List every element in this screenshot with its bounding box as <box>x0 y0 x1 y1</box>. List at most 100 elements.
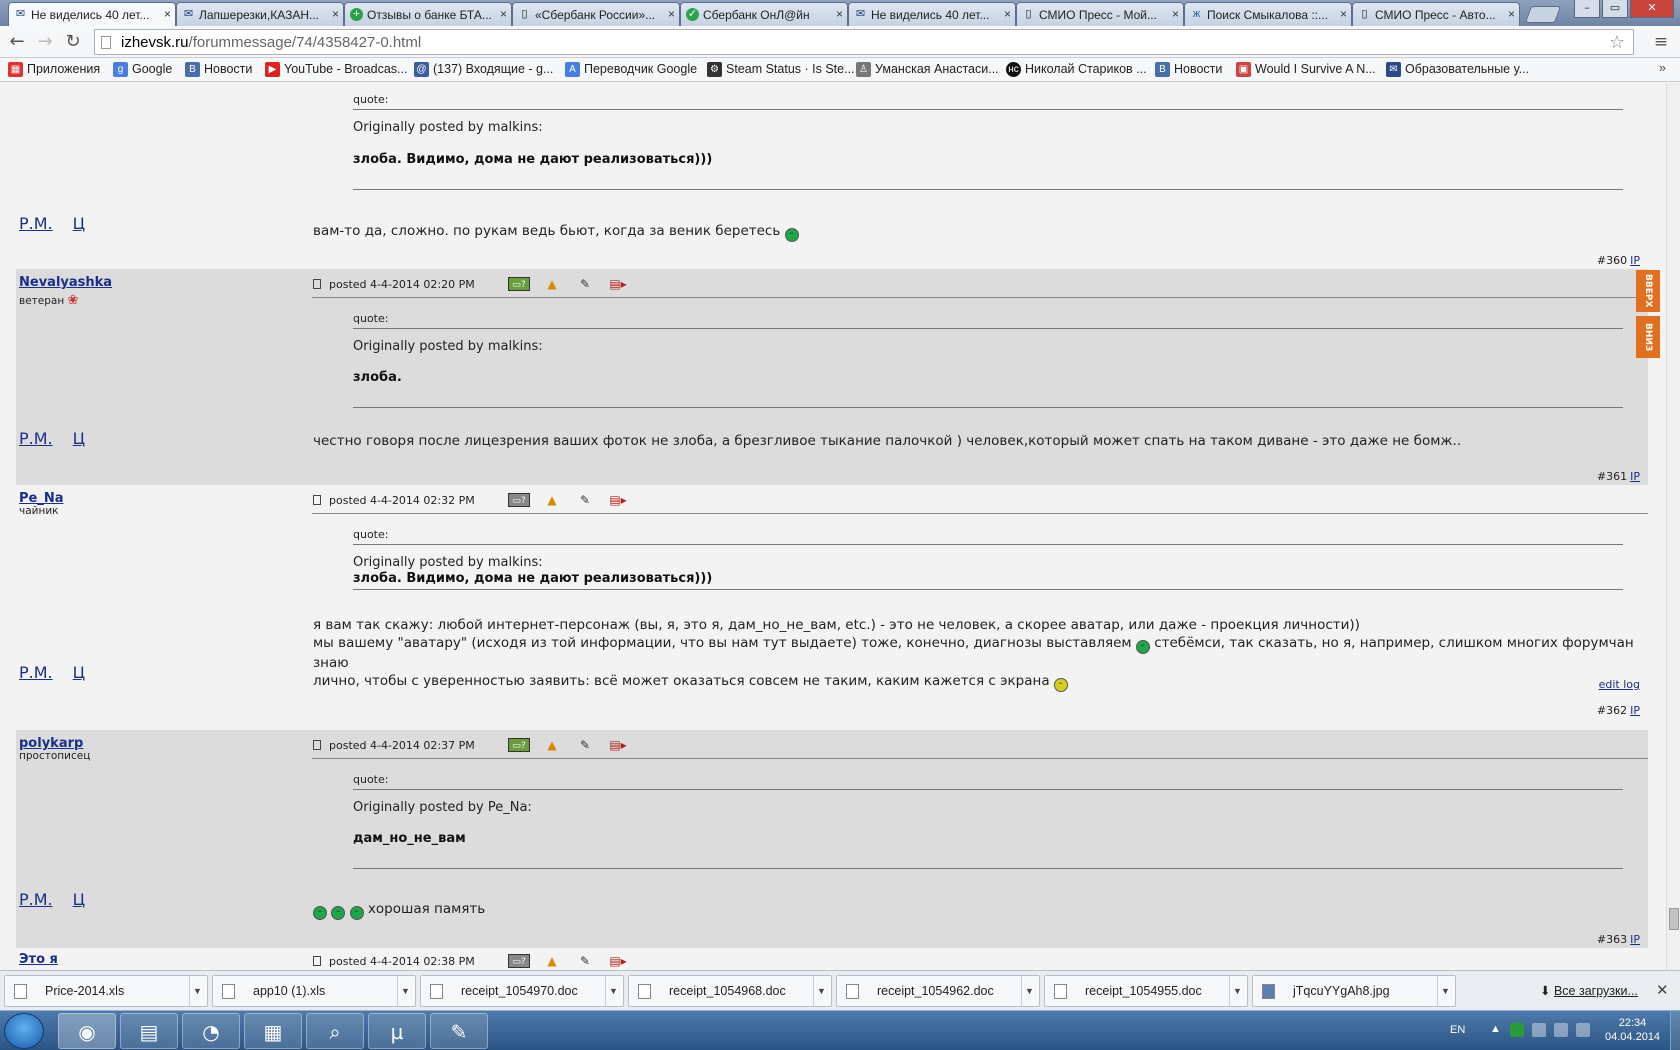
bookmark-news[interactable]: В Новости <box>185 62 252 77</box>
search-taskbar-button[interactable]: ⌕ <box>306 1013 364 1049</box>
chrome-taskbar-button[interactable]: ◉ <box>58 1013 116 1049</box>
close-window-button[interactable]: ✕ <box>1630 0 1674 18</box>
menu-icon[interactable]: ≡ <box>1650 32 1672 52</box>
download-item[interactable]: Price-2014.xls ▼ <box>4 975 208 1007</box>
scrollbar-thumb[interactable] <box>1669 908 1679 930</box>
network-icon[interactable] <box>1532 1023 1546 1037</box>
back-button[interactable]: ← <box>6 31 28 53</box>
delete-icon[interactable]: ▤▸ <box>607 954 629 968</box>
show-desktop-button[interactable] <box>1670 1011 1680 1050</box>
tab-1[interactable]: ✉ Не виделись 40 лет... × <box>8 2 176 26</box>
maximize-button[interactable]: ▭ <box>1602 0 1628 18</box>
utorrent-tray-icon[interactable] <box>1510 1023 1524 1037</box>
utorrent-taskbar-button[interactable]: µ <box>368 1013 426 1049</box>
author-name[interactable]: Nevalyashka <box>19 275 112 290</box>
chevron-down-icon[interactable]: ▼ <box>1229 976 1245 1006</box>
start-button[interactable] <box>4 1013 44 1049</box>
tab-8[interactable]: ж Поиск Смыкалова ::... × <box>1184 2 1352 26</box>
bookmark-news-2[interactable]: В Новости <box>1155 62 1222 77</box>
chevron-down-icon[interactable]: ▼ <box>189 976 205 1006</box>
profile-icon[interactable]: ▭? <box>508 277 530 291</box>
chevron-down-icon[interactable]: ▼ <box>1021 976 1037 1006</box>
warning-icon[interactable]: ▲ <box>541 738 563 752</box>
warning-icon[interactable]: ▲ <box>541 493 563 507</box>
ip-link[interactable]: IP <box>1630 704 1640 717</box>
download-item[interactable]: receipt_1054970.doc ▼ <box>420 975 624 1007</box>
close-icon[interactable]: × <box>1508 7 1515 21</box>
quote-link[interactable]: Ц <box>73 429 85 448</box>
tab-5[interactable]: ✓ Сбербанк ОнЛ@йн × <box>680 2 848 26</box>
paint-taskbar-button[interactable]: ✎ <box>430 1013 488 1049</box>
chevron-down-icon[interactable]: ▼ <box>1437 976 1453 1006</box>
author-name[interactable]: Это я <box>19 952 58 967</box>
bookmark-translate[interactable]: A Переводчик Google <box>565 62 697 77</box>
vertical-scrollbar[interactable] <box>1666 83 1680 973</box>
bookmark-google[interactable]: g Google <box>113 62 172 77</box>
edit-icon[interactable]: ✎ <box>574 277 596 291</box>
tab-3[interactable]: + Отзывы о банке БТА... × <box>344 2 512 26</box>
volume-icon[interactable] <box>1576 1023 1590 1037</box>
profile-icon[interactable]: ▭? <box>508 954 530 968</box>
warning-icon[interactable]: ▲ <box>541 277 563 291</box>
chevron-down-icon[interactable]: ▼ <box>813 976 829 1006</box>
flag-icon[interactable] <box>1554 1023 1568 1037</box>
download-item[interactable]: jTqcuYYgAh8.jpg ▼ <box>1252 975 1456 1007</box>
chevron-down-icon[interactable]: ▼ <box>605 976 621 1006</box>
close-icon[interactable]: × <box>1172 7 1179 21</box>
ip-link[interactable]: IP <box>1630 254 1640 267</box>
profile-icon[interactable]: ▭? <box>508 738 530 752</box>
close-icon[interactable]: × <box>836 7 843 21</box>
download-item[interactable]: receipt_1054962.doc ▼ <box>836 975 1040 1007</box>
tab-7[interactable]: ▯ СМИО Пресс - Мой... × <box>1016 2 1184 26</box>
ip-link[interactable]: IP <box>1630 933 1640 946</box>
bookmarks-overflow-icon[interactable]: » <box>1659 60 1666 75</box>
close-icon[interactable]: × <box>1004 7 1011 21</box>
bookmark-steam[interactable]: ⚙ Steam Status · Is Ste... <box>707 62 855 77</box>
download-item[interactable]: receipt_1054968.doc ▼ <box>628 975 832 1007</box>
pm-link[interactable]: Р.М. <box>19 890 53 909</box>
bookmark-education[interactable]: ✉ Образовательные у... <box>1386 62 1529 77</box>
bookmark-star-icon[interactable]: ☆ <box>1609 32 1625 53</box>
edit-icon[interactable]: ✎ <box>574 738 596 752</box>
clock[interactable]: 22:34 04.04.2014 <box>1605 1016 1660 1044</box>
all-downloads-link[interactable]: ⬇ Все загрузки... <box>1540 983 1638 998</box>
close-icon[interactable]: × <box>1340 7 1347 21</box>
author-name[interactable]: polykarp <box>19 736 83 751</box>
minimize-button[interactable]: – <box>1574 0 1600 18</box>
chevron-down-icon[interactable]: ▼ <box>397 976 413 1006</box>
quote-link[interactable]: Ц <box>73 890 85 909</box>
delete-icon[interactable]: ▤▸ <box>607 738 629 752</box>
quote-link[interactable]: Ц <box>73 663 85 682</box>
steam-taskbar-button[interactable]: ◔ <box>182 1013 240 1049</box>
bookmark-apps[interactable]: ▦ Приложения <box>8 62 100 77</box>
delete-icon[interactable]: ▤▸ <box>607 277 629 291</box>
quote-link[interactable]: Ц <box>73 214 85 233</box>
reload-button[interactable]: ↻ <box>62 31 84 53</box>
forward-button[interactable]: → <box>34 31 56 53</box>
excel-taskbar-button[interactable]: ▦ <box>244 1013 302 1049</box>
close-icon[interactable]: × <box>500 7 507 21</box>
bookmark-umanskaya[interactable]: ♙ Уманская Анастаси... <box>856 62 999 77</box>
close-icon[interactable]: × <box>668 7 675 21</box>
pm-link[interactable]: Р.М. <box>19 429 53 448</box>
close-icon[interactable]: × <box>332 7 339 21</box>
warning-icon[interactable]: ▲ <box>541 954 563 968</box>
address-bar[interactable]: izhevsk.ru/forummessage/74/4358427-0.htm… <box>94 29 1634 55</box>
new-tab-button[interactable] <box>1524 6 1562 23</box>
pm-link[interactable]: Р.М. <box>19 663 53 682</box>
edit-icon[interactable]: ✎ <box>574 493 596 507</box>
tab-6[interactable]: ✉ Не виделись 40 лет... × <box>848 2 1016 26</box>
explorer-taskbar-button[interactable]: ▤ <box>120 1013 178 1049</box>
pm-link[interactable]: Р.М. <box>19 214 53 233</box>
scroll-down-button[interactable]: ВНИЗ <box>1636 316 1660 358</box>
tray-expand-icon[interactable]: ▲ <box>1490 1023 1504 1037</box>
download-item[interactable]: app10 (1).xls ▼ <box>212 975 416 1007</box>
author-name[interactable]: Pe_Na <box>19 491 64 506</box>
tab-4[interactable]: ▯ «Сбербанк России»... × <box>512 2 680 26</box>
bookmark-inbox[interactable]: @ (137) Входящие - g... <box>414 62 553 77</box>
bookmark-starikov[interactable]: нс Николай Стариков ... <box>1006 62 1147 77</box>
tab-2[interactable]: ✉ Лапшерезки,КАЗАН... × <box>176 2 344 26</box>
edit-log-link[interactable]: edit log <box>1599 678 1640 691</box>
profile-icon[interactable]: ▭? <box>508 493 530 507</box>
tab-9[interactable]: ▯ СМИО Пресс - Авто... × <box>1352 2 1520 26</box>
